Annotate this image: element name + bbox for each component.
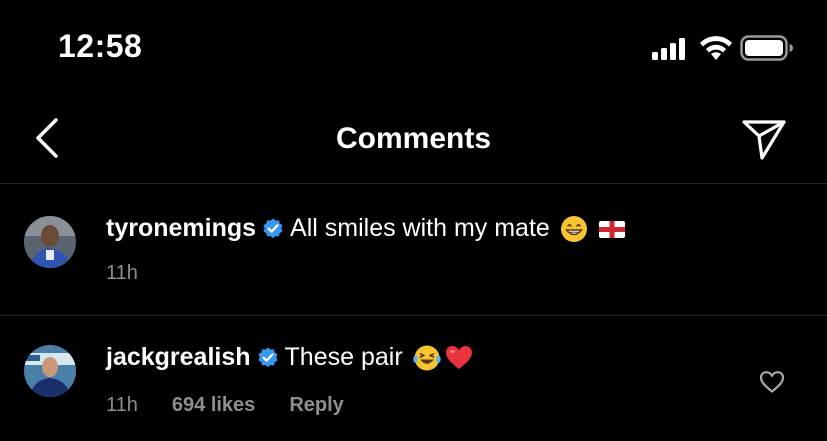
profile-photo-icon <box>24 345 76 397</box>
comment-text: These pair <box>284 343 403 371</box>
like-count[interactable]: 694 likes <box>172 394 255 417</box>
username[interactable]: tyronemings <box>106 214 256 243</box>
profile-photo-icon <box>24 216 76 268</box>
comment-timestamp: 11h <box>106 262 138 284</box>
grinning-face-emoji-icon <box>560 215 587 242</box>
share-direct-icon[interactable] <box>738 114 790 162</box>
red-heart-emoji-icon <box>445 345 472 369</box>
comment-text: All smiles with my mate <box>290 214 550 242</box>
page-title: Comments <box>335 122 492 155</box>
comment-meta: 11h <box>106 262 172 285</box>
verified-badge-icon <box>258 347 278 367</box>
comment-timestamp: 11h <box>106 394 138 416</box>
caption-comment: tyronemings All smiles with my mate 11h <box>0 186 827 316</box>
heart-like-icon[interactable] <box>759 369 785 395</box>
avatar[interactable] <box>24 216 76 268</box>
status-time: 12:58 <box>58 28 143 64</box>
wifi-icon <box>700 36 732 60</box>
verified-badge-icon <box>263 218 283 238</box>
comment-meta: 11h 694 likes Reply <box>106 394 378 417</box>
battery-icon <box>740 35 793 61</box>
cellular-signal-icon <box>652 38 685 60</box>
reply-button[interactable]: Reply <box>289 394 343 417</box>
comment-row: jackgrealish These pair 11h 694 likes Re… <box>0 317 827 441</box>
avatar[interactable] <box>24 345 76 397</box>
england-flag-emoji-icon <box>598 220 625 238</box>
comment-body: tyronemings All smiles with my mate <box>106 214 626 243</box>
username[interactable]: jackgrealish <box>106 343 251 372</box>
comments-header: Comments <box>0 100 827 184</box>
status-bar: 12:58 <box>0 0 827 100</box>
comment-body: jackgrealish These pair <box>106 343 473 372</box>
laughing-tears-emoji-icon <box>412 345 441 370</box>
